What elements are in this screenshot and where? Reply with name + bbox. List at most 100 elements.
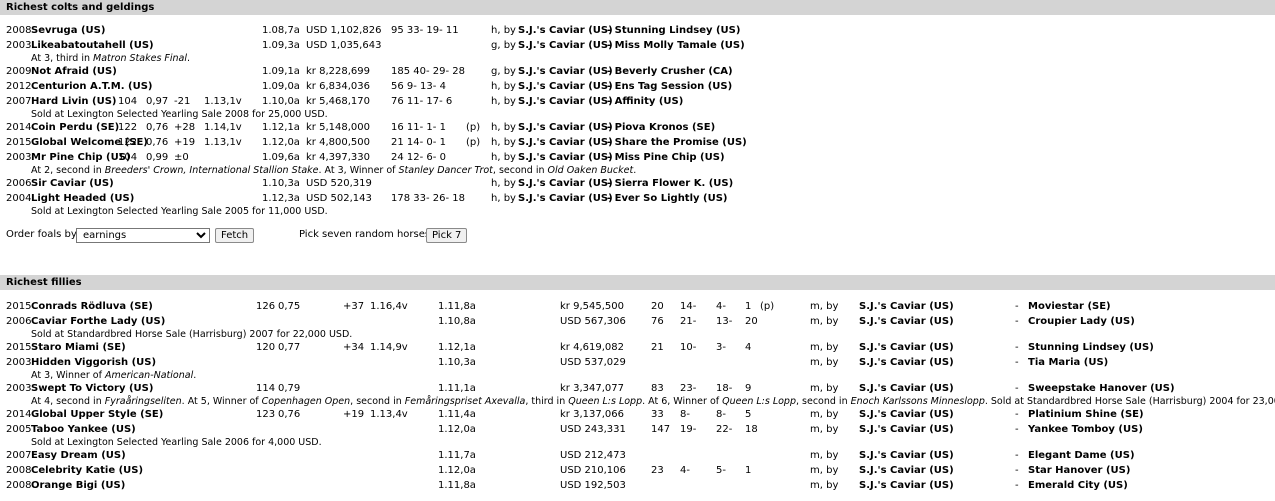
horse-name-link[interactable]: Conrads Rödluva (SE) (31, 300, 153, 313)
horse-name-link[interactable]: Staro Miami (SE) (31, 341, 126, 354)
sire-name-link[interactable]: S.J.'s Caviar (US) (518, 24, 613, 37)
row-sex: h, by (491, 25, 516, 36)
horse-name-link[interactable]: Sir Caviar (US) (31, 177, 114, 190)
horse-name-link[interactable]: Caviar Forthe Lady (US) (31, 315, 165, 328)
horse-note: Sold at Lexington Selected Yearling Sale… (31, 109, 328, 121)
horse-name-link[interactable]: Swept To Victory (US) (31, 382, 153, 395)
row-dash: - (1015, 450, 1019, 461)
row-year: 2014 (6, 122, 32, 133)
sire-name-link[interactable]: S.J.'s Caviar (US) (859, 408, 954, 421)
row-earnings: USD 210,106 (560, 465, 626, 476)
horse-name-link[interactable]: Global Upper Style (SE) (31, 408, 163, 421)
sire-name-link[interactable]: S.J.'s Caviar (US) (518, 177, 613, 190)
sire-name-link[interactable]: S.J.'s Caviar (US) (859, 449, 954, 462)
fetch-button[interactable]: Fetch (215, 228, 255, 243)
horse-name-link[interactable]: Hard Livin (US) (31, 95, 117, 108)
random-label: Pick seven random horses: (299, 229, 434, 240)
horse-name-link[interactable]: Sevruga (US) (31, 24, 105, 37)
sire-name-link[interactable]: S.J.'s Caviar (US) (859, 315, 954, 328)
horse-name-link[interactable]: Taboo Yankee (US) (31, 423, 136, 436)
row-record: 1.08,7a (262, 25, 300, 36)
row-sex: h, by (491, 122, 516, 133)
row-record: 1.12,0a (438, 424, 476, 435)
dam-name-link[interactable]: - Stunning Lindsey (US) (607, 24, 740, 37)
colts-section-header: Richest colts and geldings (0, 0, 1275, 15)
horse-name-link[interactable]: Not Afraid (US) (31, 65, 117, 78)
sire-name-link[interactable]: S.J.'s Caviar (US) (518, 39, 613, 52)
horse-name-link[interactable]: Celebrity Katie (US) (31, 464, 143, 477)
row-year: 2008 (6, 480, 32, 491)
dam-name-link[interactable]: - Affinity (US) (607, 95, 683, 108)
row-ratio: 0,77 (278, 342, 301, 353)
sire-name-link[interactable]: S.J.'s Caviar (US) (518, 65, 613, 78)
sire-name-link[interactable]: S.J.'s Caviar (US) (859, 356, 954, 369)
row-starts: 21 (651, 342, 664, 353)
row-starts: 95 33- 19- 11 (391, 25, 459, 36)
dam-name-link[interactable]: - Ever So Lightly (US) (607, 192, 727, 205)
row-starts: 185 40- 29- 28 (391, 66, 466, 77)
row-starts: 83 (651, 383, 664, 394)
row-year: 2005 (6, 424, 32, 435)
row-index: 122 (118, 122, 138, 133)
dam-name-link[interactable]: Emerald City (US) (1028, 479, 1128, 492)
sire-name-link[interactable]: S.J.'s Caviar (US) (859, 382, 954, 395)
dam-name-link[interactable]: - Ens Tag Session (US) (607, 80, 732, 93)
dam-name-link[interactable]: Yankee Tomboy (US) (1028, 423, 1143, 436)
sire-name-link[interactable]: S.J.'s Caviar (US) (518, 121, 613, 134)
horse-name-link[interactable]: Orange Bigi (US) (31, 479, 125, 492)
row-record: 1.10,8a (438, 316, 476, 327)
sire-name-link[interactable]: S.J.'s Caviar (US) (859, 300, 954, 313)
dam-name-link[interactable]: Stunning Lindsey (US) (1028, 341, 1154, 354)
dam-name-link[interactable]: Platinium Shine (SE) (1028, 408, 1144, 421)
dam-name-link[interactable]: Elegant Dame (US) (1028, 449, 1135, 462)
dam-name-link[interactable]: Sweepstake Hanover (US) (1028, 382, 1175, 395)
row-earnings: kr 4,800,500 (306, 137, 370, 148)
sire-name-link[interactable]: S.J.'s Caviar (US) (518, 80, 613, 93)
row-thirds: 9 (745, 383, 752, 394)
dam-name-link[interactable]: Star Hanover (US) (1028, 464, 1130, 477)
sire-name-link[interactable]: S.J.'s Caviar (US) (518, 192, 613, 205)
row-sex: h, by (491, 152, 516, 163)
dam-name-link[interactable]: Tia Maria (US) (1028, 356, 1108, 369)
row-record: 1.11,4a (438, 409, 476, 420)
horse-name-link[interactable]: Likeabatoutahell (US) (31, 39, 154, 52)
note-text: . At 5, Winner of (181, 396, 262, 407)
sire-name-link[interactable]: S.J.'s Caviar (US) (859, 341, 954, 354)
row-earnings: USD 1,102,826 (306, 25, 382, 36)
dam-name-link[interactable]: Moviestar (SE) (1028, 300, 1111, 313)
row-thirds: 20 (745, 316, 758, 327)
row-sex: g, by (491, 40, 516, 51)
sire-name-link[interactable]: S.J.'s Caviar (US) (859, 479, 954, 492)
dam-name-link[interactable]: Croupier Lady (US) (1028, 315, 1135, 328)
sire-name-link[interactable]: S.J.'s Caviar (US) (518, 95, 613, 108)
note-text: Sold at Lexington Selected Yearling Sale… (31, 109, 328, 120)
row-wins: 19- (680, 424, 697, 435)
row-sex: g, by (491, 66, 516, 77)
note-text: , second in (795, 396, 851, 407)
horse-name-link[interactable]: Easy Dream (US) (31, 449, 126, 462)
row-record-v: 1.13,1v (204, 137, 242, 148)
sire-name-link[interactable]: S.J.'s Caviar (US) (859, 464, 954, 477)
sire-name-link[interactable]: S.J.'s Caviar (US) (518, 151, 613, 164)
row-index: 114 (256, 383, 276, 394)
sire-name-link[interactable]: S.J.'s Caviar (US) (859, 423, 954, 436)
row-flag: (p) (760, 301, 775, 312)
order-select[interactable]: earnings (76, 228, 210, 243)
dam-name-link[interactable]: - Share the Promise (US) (607, 136, 747, 149)
horse-name-link[interactable]: Mr Pine Chip (US) (31, 151, 131, 164)
horse-name-link[interactable]: Coin Perdu (SE) (31, 121, 119, 134)
dam-name-link[interactable]: - Miss Pine Chip (US) (607, 151, 725, 164)
dam-name-link[interactable]: - Sierra Flower K. (US) (607, 177, 733, 190)
row-year: 2006 (6, 178, 32, 189)
dam-name-link[interactable]: - Beverly Crusher (CA) (607, 65, 733, 78)
horse-name-link[interactable]: Light Headed (US) (31, 192, 134, 205)
row-earnings: kr 5,148,000 (306, 122, 370, 133)
row-wins: 10- (680, 342, 697, 353)
pick-seven-button[interactable]: Pick 7 (426, 228, 468, 243)
dam-name-link[interactable]: - Miss Molly Tamale (US) (607, 39, 745, 52)
sire-name-link[interactable]: S.J.'s Caviar (US) (518, 136, 613, 149)
row-starts: 178 33- 26- 18 (391, 193, 466, 204)
dam-name-link[interactable]: - Piova Kronos (SE) (607, 121, 715, 134)
horse-name-link[interactable]: Centurion A.T.M. (US) (31, 80, 153, 93)
horse-name-link[interactable]: Hidden Viggorish (US) (31, 356, 156, 369)
